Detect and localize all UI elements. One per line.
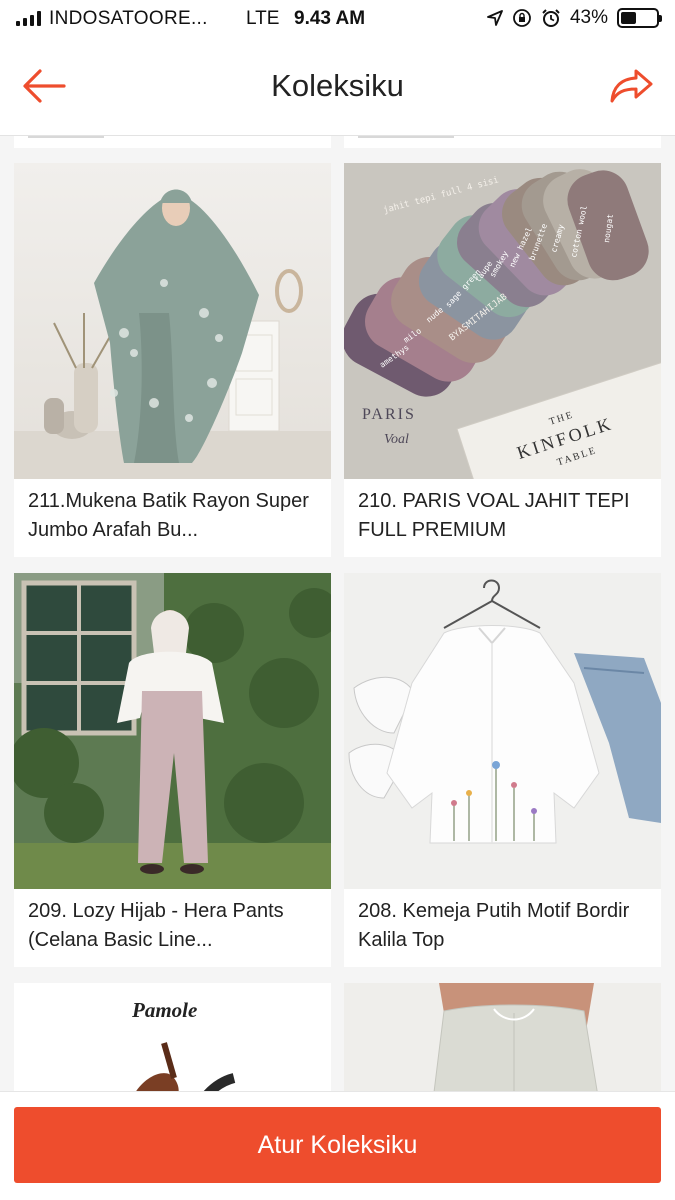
product-image[interactable]: Pamole [14, 983, 331, 1091]
battery-icon [617, 8, 662, 28]
bottom-action-bar: Atur Koleksiku [0, 1091, 675, 1200]
previous-product-card[interactable] [344, 136, 661, 148]
product-image[interactable] [14, 573, 331, 889]
product-title[interactable]: 208. Kemeja Putih Motif Bordir Kalila To… [358, 897, 650, 955]
status-bar: INDOSATOORE... LTE 9.43 AM 43% [0, 0, 675, 38]
location-arrow-icon [487, 10, 503, 26]
product-image[interactable]: jahit tepi full 4 sisi BYASMITAHIJAB ame… [344, 163, 661, 479]
product-card[interactable]: 208. Kemeja Putih Motif Bordir Kalila To… [344, 573, 661, 967]
product-image[interactable] [344, 573, 661, 889]
product-card[interactable]: Pamole [14, 983, 331, 1091]
share-arrow-icon [610, 69, 653, 103]
product-card[interactable]: jahit tepi full 4 sisi BYASMITAHIJAB ame… [344, 163, 661, 557]
signal-strength-icon [16, 11, 41, 26]
collection-grid[interactable]: 211.Mukena Batik Rayon Super Jumbo Arafa… [0, 136, 675, 1091]
clock: 9.43 AM [294, 8, 366, 29]
product-image[interactable] [14, 163, 331, 479]
product-title[interactable]: 209. Lozy Hijab - Hera Pants (Celana Bas… [28, 897, 320, 955]
battery-percentage: 43% [569, 7, 608, 28]
scarf-caption-script: Voal [384, 432, 409, 447]
carrier-name: INDOSATOORE... [49, 8, 208, 29]
page-title: Koleksiku [271, 68, 404, 103]
alarm-clock-icon [542, 9, 560, 27]
product-image[interactable] [344, 983, 661, 1091]
product-title[interactable]: 210. PARIS VOAL JAHIT TEPI FULL PREMIUM [358, 487, 650, 545]
manage-collection-button[interactable]: Atur Koleksiku [14, 1107, 661, 1183]
product-card[interactable]: 209. Lozy Hijab - Hera Pants (Celana Bas… [14, 573, 331, 967]
rotation-lock-icon [513, 9, 531, 27]
product-title[interactable]: 211.Mukena Batik Rayon Super Jumbo Arafa… [28, 487, 320, 545]
scarf-caption-top: PARIS [362, 406, 416, 423]
previous-product-card[interactable] [14, 136, 331, 148]
pamole-logo: Pamole [131, 998, 197, 1022]
product-card[interactable] [344, 983, 661, 1091]
network-type: LTE [246, 8, 280, 29]
header-bar: Koleksiku [0, 38, 675, 136]
product-card[interactable]: 211.Mukena Batik Rayon Super Jumbo Arafa… [14, 163, 331, 557]
share-button[interactable] [609, 66, 655, 106]
